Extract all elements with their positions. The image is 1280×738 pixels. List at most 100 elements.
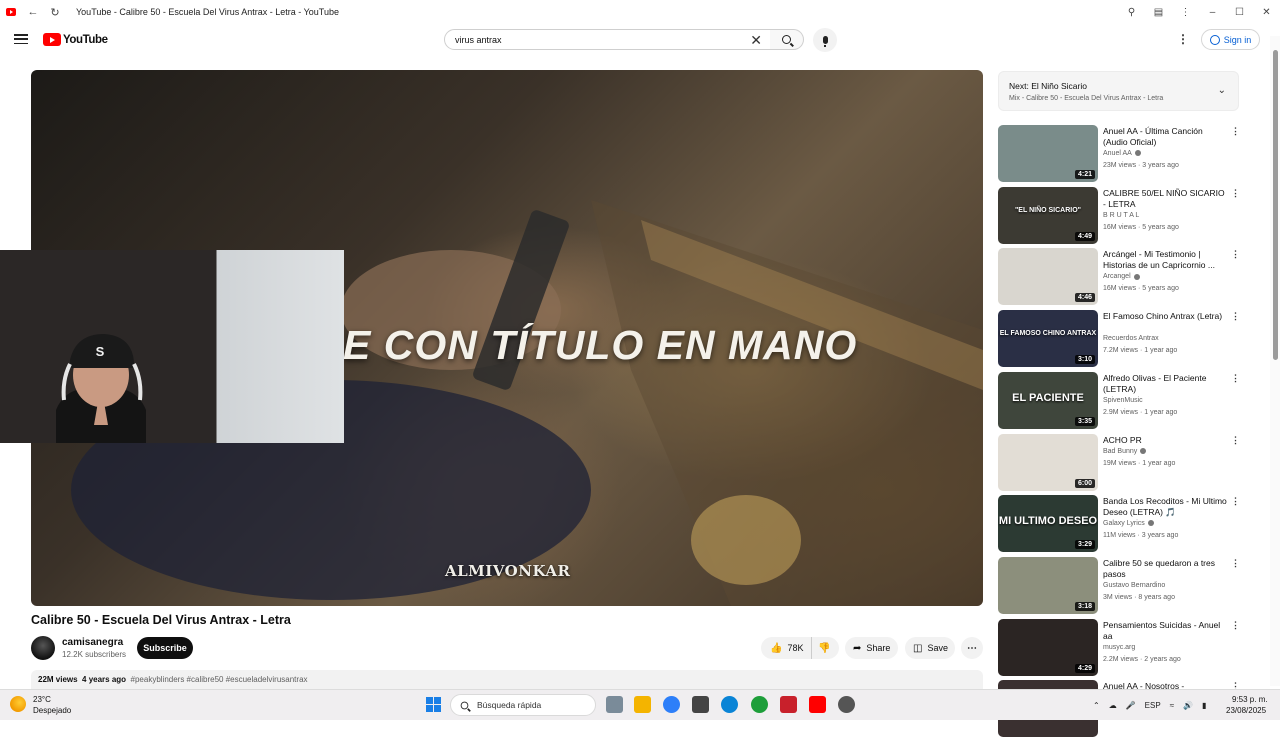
zoom-icon[interactable]: ⚲ xyxy=(1118,0,1145,24)
channel-avatar[interactable] xyxy=(31,636,55,660)
video-thumbnail[interactable]: 6:00 xyxy=(998,433,1098,491)
recommendation-item[interactable]: 4:21 Anuel AA - Última Canción (Audio Ofi… xyxy=(998,125,1243,183)
up-next-panel[interactable]: Next: El Niño Sicario Mix - Calibre 50 -… xyxy=(998,71,1239,111)
battery-icon[interactable]: ▮ xyxy=(1202,701,1206,710)
sign-in-label: Sign in xyxy=(1223,34,1252,45)
channel-name[interactable]: camisanegra xyxy=(62,637,123,648)
like-button[interactable]: 👍 78K xyxy=(761,637,813,659)
recommendation-item[interactable]: 4:46 Arcángel - Mi Testimonio | Historias… xyxy=(998,248,1243,306)
weather-description[interactable]: Despejado xyxy=(33,706,71,715)
back-arrow-icon[interactable]: ← xyxy=(22,0,44,24)
recommendation-channel[interactable]: Recuerdos Antrax xyxy=(1103,335,1159,342)
youtube-logo[interactable]: YouTube xyxy=(43,33,108,46)
recommendation-title[interactable]: Anuel AA - Última Canción (Audio Oficial… xyxy=(1103,126,1228,148)
translate-icon[interactable]: ▤ xyxy=(1145,0,1172,24)
youtube-app-icon[interactable] xyxy=(809,696,826,713)
language-indicator[interactable]: ESP xyxy=(1145,701,1161,710)
save-button[interactable]: ◫ Save xyxy=(905,637,955,659)
description-box[interactable]: 22M views 4 years ago #peakyblinders #ca… xyxy=(31,670,983,690)
recommendation-title[interactable]: Arcángel - Mi Testimonio | Historias de … xyxy=(1103,249,1228,271)
voice-search-button[interactable] xyxy=(813,28,837,52)
recommendation-title[interactable]: ACHO PR xyxy=(1103,435,1228,446)
volume-icon[interactable]: 🔊 xyxy=(1183,701,1193,710)
weather-temperature[interactable]: 23°C xyxy=(33,695,51,704)
recommendation-item[interactable]: EL FAMOSO CHINO ANTRAX 3:10 El Famoso Chin… xyxy=(998,310,1243,368)
recommendation-title[interactable]: CALIBRE 50/EL NIÑO SICARIO - LETRA xyxy=(1103,188,1228,210)
recommendation-title[interactable]: Pensamientos Suicidas - Anuel aa xyxy=(1103,620,1228,642)
duration-badge: 6:00 xyxy=(1074,478,1095,488)
chevron-down-icon[interactable]: ⌄ xyxy=(1218,85,1226,96)
chevron-up-icon[interactable]: ⌃ xyxy=(1093,701,1100,710)
recommendation-item[interactable]: 6:00 ACHO PR Bad Bunny 19M views · 1 year a… xyxy=(998,433,1243,492)
obs-icon[interactable] xyxy=(838,696,855,713)
clock-date[interactable]: 23/08/2025 xyxy=(1226,706,1266,715)
recommendation-title[interactable]: Alfredo Olivas - El Paciente (LETRA) xyxy=(1103,373,1228,395)
recommendation-item[interactable]: 4:29 Pensamientos Suicidas - Anuel aa musy… xyxy=(998,618,1243,677)
cloud-icon[interactable]: ☁ xyxy=(1109,701,1117,710)
microphone-tray-icon[interactable]: 🎤 xyxy=(1126,701,1136,710)
xbox-icon[interactable] xyxy=(751,696,768,713)
recommendation-item[interactable]: "EL NIÑO SICARIO" 4:49 CALIBRE 50/EL NIÑO … xyxy=(998,186,1243,245)
more-vert-icon[interactable]: ⋮ xyxy=(1231,249,1240,260)
sign-in-button[interactable]: Sign in xyxy=(1201,29,1260,50)
dislike-button[interactable]: 👎 xyxy=(812,637,836,659)
recommendation-title[interactable]: Calibre 50 se quedaron a tres pasos xyxy=(1103,558,1228,580)
share-button[interactable]: ➦ Share xyxy=(845,637,898,659)
edge-browser-icon[interactable] xyxy=(721,696,738,713)
recommendation-channel[interactable]: B R U T A L xyxy=(1103,212,1139,219)
video-thumbnail[interactable]: "EL NIÑO SICARIO" 4:49 xyxy=(998,186,1098,244)
recommendation-channel[interactable]: musyc.arg xyxy=(1103,644,1135,651)
recommendation-title[interactable]: Banda Los Recoditos - Mi Ultimo Deseo (L… xyxy=(1103,496,1228,518)
minimize-icon[interactable]: – xyxy=(1199,0,1226,24)
video-thumbnail[interactable]: MI ULTIMO DESEO 3:29 xyxy=(998,495,1098,553)
video-thumbnail[interactable]: 3:18 xyxy=(998,556,1098,614)
recommendation-channel[interactable]: Anuel AA xyxy=(1103,150,1141,157)
file-explorer-icon[interactable] xyxy=(634,696,651,713)
search-input[interactable] xyxy=(455,34,735,45)
subscribe-button[interactable]: Subscribe xyxy=(137,637,193,659)
wifi-icon[interactable]: ≈ xyxy=(1170,701,1174,710)
taskbar-search[interactable]: Búsqueda rápida xyxy=(450,694,596,716)
recommendation-channel[interactable]: Bad Bunny xyxy=(1103,448,1147,455)
more-vert-icon[interactable]: ⋮ xyxy=(1231,558,1240,569)
page-scrollbar[interactable] xyxy=(1270,36,1280,686)
search-button[interactable] xyxy=(770,29,804,50)
more-vert-icon[interactable]: ⋮ xyxy=(1231,188,1240,199)
recommendation-channel[interactable]: SpivenMusic xyxy=(1103,397,1143,404)
more-vert-icon[interactable]: ⋮ xyxy=(1231,496,1240,507)
recommendation-item[interactable]: 3:18 Calibre 50 se quedaron a tres pasos G… xyxy=(998,556,1243,615)
settings-more-icon[interactable]: ⋮ xyxy=(1177,32,1189,46)
clear-search-icon[interactable]: ✕ xyxy=(750,32,762,48)
clock-time[interactable]: 9:53 p. m. xyxy=(1232,695,1268,704)
recommendation-title[interactable]: El Famoso Chino Antrax (Letra) xyxy=(1103,311,1228,322)
recommendation-channel[interactable]: Gustavo Bernardino xyxy=(1103,582,1165,589)
copilot-icon[interactable] xyxy=(663,696,680,713)
more-vert-icon[interactable]: ⋮ xyxy=(1231,435,1240,446)
more-vert-icon[interactable]: ⋮ xyxy=(1231,373,1240,384)
recommendation-item[interactable]: MI ULTIMO DESEO 3:29 Banda Los Recoditos -… xyxy=(998,495,1243,553)
game-app-icon[interactable] xyxy=(780,696,797,713)
recommendation-item[interactable]: EL PACIENTE 3:35 Alfredo Olivas - El Pacie… xyxy=(998,371,1243,430)
recommendation-channel[interactable]: Galaxy Lyrics xyxy=(1103,520,1154,527)
extensions-icon[interactable]: ⋮ xyxy=(1172,0,1199,24)
close-window-icon[interactable]: ✕ xyxy=(1253,0,1280,24)
scrollbar-thumb[interactable] xyxy=(1273,50,1278,360)
weather-sun-icon[interactable] xyxy=(10,696,26,712)
hamburger-menu-icon[interactable] xyxy=(14,32,28,46)
store-icon[interactable] xyxy=(692,696,709,713)
hashtags[interactable]: #peakyblinders #calibre50 #escueladelvir… xyxy=(131,675,308,684)
recommendation-channel[interactable]: Arcangel xyxy=(1103,273,1140,280)
reload-icon[interactable]: ↻ xyxy=(44,0,66,24)
task-view-icon[interactable] xyxy=(606,696,623,713)
video-thumbnail[interactable]: 4:29 xyxy=(998,618,1098,676)
video-thumbnail[interactable]: EL PACIENTE 3:35 xyxy=(998,371,1098,429)
windows-start-icon[interactable] xyxy=(426,697,441,712)
more-actions-button[interactable]: ⋯ xyxy=(961,637,983,659)
more-vert-icon[interactable]: ⋮ xyxy=(1231,126,1240,137)
video-thumbnail[interactable]: EL FAMOSO CHINO ANTRAX 3:10 xyxy=(998,310,1098,368)
more-vert-icon[interactable]: ⋮ xyxy=(1231,620,1240,631)
video-thumbnail[interactable]: 4:46 xyxy=(998,248,1098,306)
maximize-icon[interactable]: ☐ xyxy=(1226,0,1253,24)
video-thumbnail[interactable]: 4:21 xyxy=(998,125,1098,182)
more-vert-icon[interactable]: ⋮ xyxy=(1231,311,1240,322)
